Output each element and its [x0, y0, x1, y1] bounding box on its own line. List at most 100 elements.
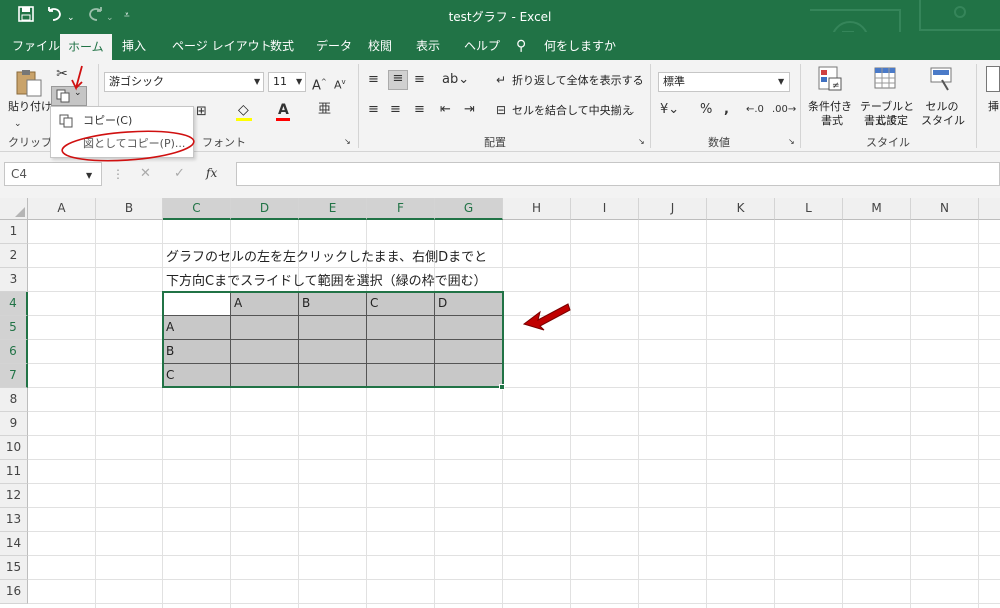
table-cell[interactable]	[231, 364, 299, 388]
column-header-c[interactable]: C	[163, 198, 231, 220]
column-header-g[interactable]: G	[435, 198, 503, 220]
tell-me-search[interactable]: 何をしますか	[536, 32, 624, 60]
column-header-e[interactable]: E	[299, 198, 367, 220]
column-header-i[interactable]: I	[571, 198, 639, 220]
table-corner-cell[interactable]	[163, 292, 231, 316]
insert-function-icon[interactable]: fx	[206, 165, 217, 181]
column-header-h[interactable]: H	[503, 198, 571, 220]
row-header-1[interactable]: 1	[0, 220, 28, 244]
tab-formulas[interactable]: 数式	[262, 32, 302, 60]
merge-center-icon[interactable]: ⊟	[496, 102, 506, 118]
name-box-dropdown-icon[interactable]: ▼	[86, 168, 92, 184]
table-row-label[interactable]: B	[163, 340, 231, 364]
row-header-15[interactable]: 15	[0, 556, 28, 580]
align-center-icon[interactable]: ≡	[390, 102, 401, 118]
table-row-label[interactable]: C	[163, 364, 231, 388]
cell-styles-icon[interactable]	[930, 66, 954, 92]
border-icon[interactable]: ⊞	[196, 104, 207, 120]
row-header-9[interactable]: 9	[0, 412, 28, 436]
comma-icon[interactable]: ,	[724, 102, 729, 118]
alignment-dialog-launcher-icon[interactable]: ↘	[638, 134, 645, 150]
fill-handle[interactable]	[499, 384, 505, 390]
table-cell[interactable]	[299, 316, 367, 340]
table-header-cell[interactable]: B	[299, 292, 367, 316]
row-header-2[interactable]: 2	[0, 244, 28, 268]
column-header-f[interactable]: F	[367, 198, 435, 220]
row-header-10[interactable]: 10	[0, 436, 28, 460]
wrap-text-button[interactable]: 折り返して全体を表示する	[512, 74, 644, 88]
increase-indent-icon[interactable]: ⇥	[464, 102, 475, 118]
table-header-cell[interactable]: A	[231, 292, 299, 316]
conditional-format-icon[interactable]: ≠	[818, 66, 842, 92]
confirm-icon[interactable]: ✓	[174, 166, 185, 182]
lightbulb-icon[interactable]: ⚲	[516, 32, 526, 60]
increase-font-icon[interactable]: A^	[312, 74, 327, 94]
phonetic-icon[interactable]: 亜	[318, 102, 331, 118]
row-header-14[interactable]: 14	[0, 532, 28, 556]
tab-view[interactable]: 表示	[408, 32, 448, 60]
select-all-button[interactable]	[0, 198, 28, 220]
row-header-6[interactable]: 6	[0, 340, 28, 364]
table-cell[interactable]	[231, 340, 299, 364]
insert-cells-label[interactable]: 挿	[988, 100, 999, 114]
tab-review[interactable]: 校閲	[360, 32, 400, 60]
paste-dropdown-icon[interactable]: ⌄	[14, 116, 22, 132]
column-header-b[interactable]: B	[96, 198, 163, 220]
cell-styles-label-2[interactable]: スタイル	[918, 114, 968, 128]
more-options-icon[interactable]: ⋮	[112, 166, 124, 182]
font-name-dropdown-icon[interactable]: ▼	[254, 74, 260, 90]
cell-styles-label-1[interactable]: セルの	[924, 100, 960, 114]
insert-cells-icon[interactable]	[986, 66, 1000, 92]
copy-dropdown-icon[interactable]: ⌄	[74, 88, 82, 98]
row-header-13[interactable]: 13	[0, 508, 28, 532]
format-as-table-label-2[interactable]: 書式設定	[858, 114, 914, 128]
paste-icon[interactable]	[14, 68, 44, 98]
table-row-label[interactable]: A	[163, 316, 231, 340]
row-header-4[interactable]: 4	[0, 292, 28, 316]
column-header-a[interactable]: A	[28, 198, 96, 220]
tab-data[interactable]: データ	[308, 32, 360, 60]
cut-icon[interactable]: ✂	[54, 66, 70, 82]
number-format-select[interactable]: 標準	[658, 72, 790, 92]
column-header-l[interactable]: L	[775, 198, 843, 220]
table-cell[interactable]	[367, 364, 435, 388]
formula-input[interactable]	[236, 162, 1000, 186]
number-dialog-launcher-icon[interactable]: ↘	[788, 134, 795, 150]
column-header-partial[interactable]	[979, 198, 1000, 220]
table-header-cell[interactable]: C	[367, 292, 435, 316]
tab-help[interactable]: ヘルプ	[456, 32, 508, 60]
table-cell[interactable]	[435, 316, 503, 340]
font-dialog-launcher-icon[interactable]: ↘	[344, 134, 351, 150]
row-header-16[interactable]: 16	[0, 580, 28, 604]
row-header-3[interactable]: 3	[0, 268, 28, 292]
percent-icon[interactable]: %	[700, 102, 712, 118]
table-cell[interactable]	[299, 364, 367, 388]
column-header-n[interactable]: N	[911, 198, 979, 220]
cancel-icon[interactable]: ✕	[140, 166, 151, 182]
merge-center-button[interactable]: セルを結合して中央揃え	[512, 104, 633, 118]
table-cell[interactable]	[367, 316, 435, 340]
row-header-5[interactable]: 5	[0, 316, 28, 340]
paste-button-label[interactable]: 貼り付け	[8, 100, 52, 114]
decrease-indent-icon[interactable]: ⇤	[440, 102, 451, 118]
row-header-7[interactable]: 7	[0, 364, 28, 388]
copy-as-picture-menu-item[interactable]: 図としてコピー(P)...	[51, 133, 193, 155]
font-size-dropdown-icon[interactable]: ▼	[296, 74, 302, 90]
wrap-text-icon[interactable]: ↵	[496, 72, 506, 88]
font-color-icon[interactable]: A	[278, 102, 289, 118]
copy-menu-item[interactable]: コピー(C)	[51, 110, 193, 132]
tab-file[interactable]: ファイル	[4, 32, 68, 60]
table-cell[interactable]	[435, 340, 503, 364]
decrease-decimal-icon[interactable]: .00→	[772, 102, 796, 118]
conditional-format-label-2[interactable]: 書式	[812, 114, 852, 128]
merge-dropdown-icon[interactable]: ⌄	[628, 104, 636, 120]
format-as-table-icon[interactable]	[874, 66, 898, 92]
number-format-dropdown-icon[interactable]: ▼	[778, 74, 784, 90]
table-cell[interactable]	[367, 340, 435, 364]
conditional-format-label-1[interactable]: 条件付き	[808, 100, 852, 114]
fill-color-icon[interactable]: ◇	[238, 102, 249, 118]
align-bottom-icon[interactable]: ≡	[414, 72, 425, 88]
align-left-icon[interactable]: ≡	[368, 102, 379, 118]
column-header-j[interactable]: J	[639, 198, 707, 220]
align-right-icon[interactable]: ≡	[414, 102, 425, 118]
